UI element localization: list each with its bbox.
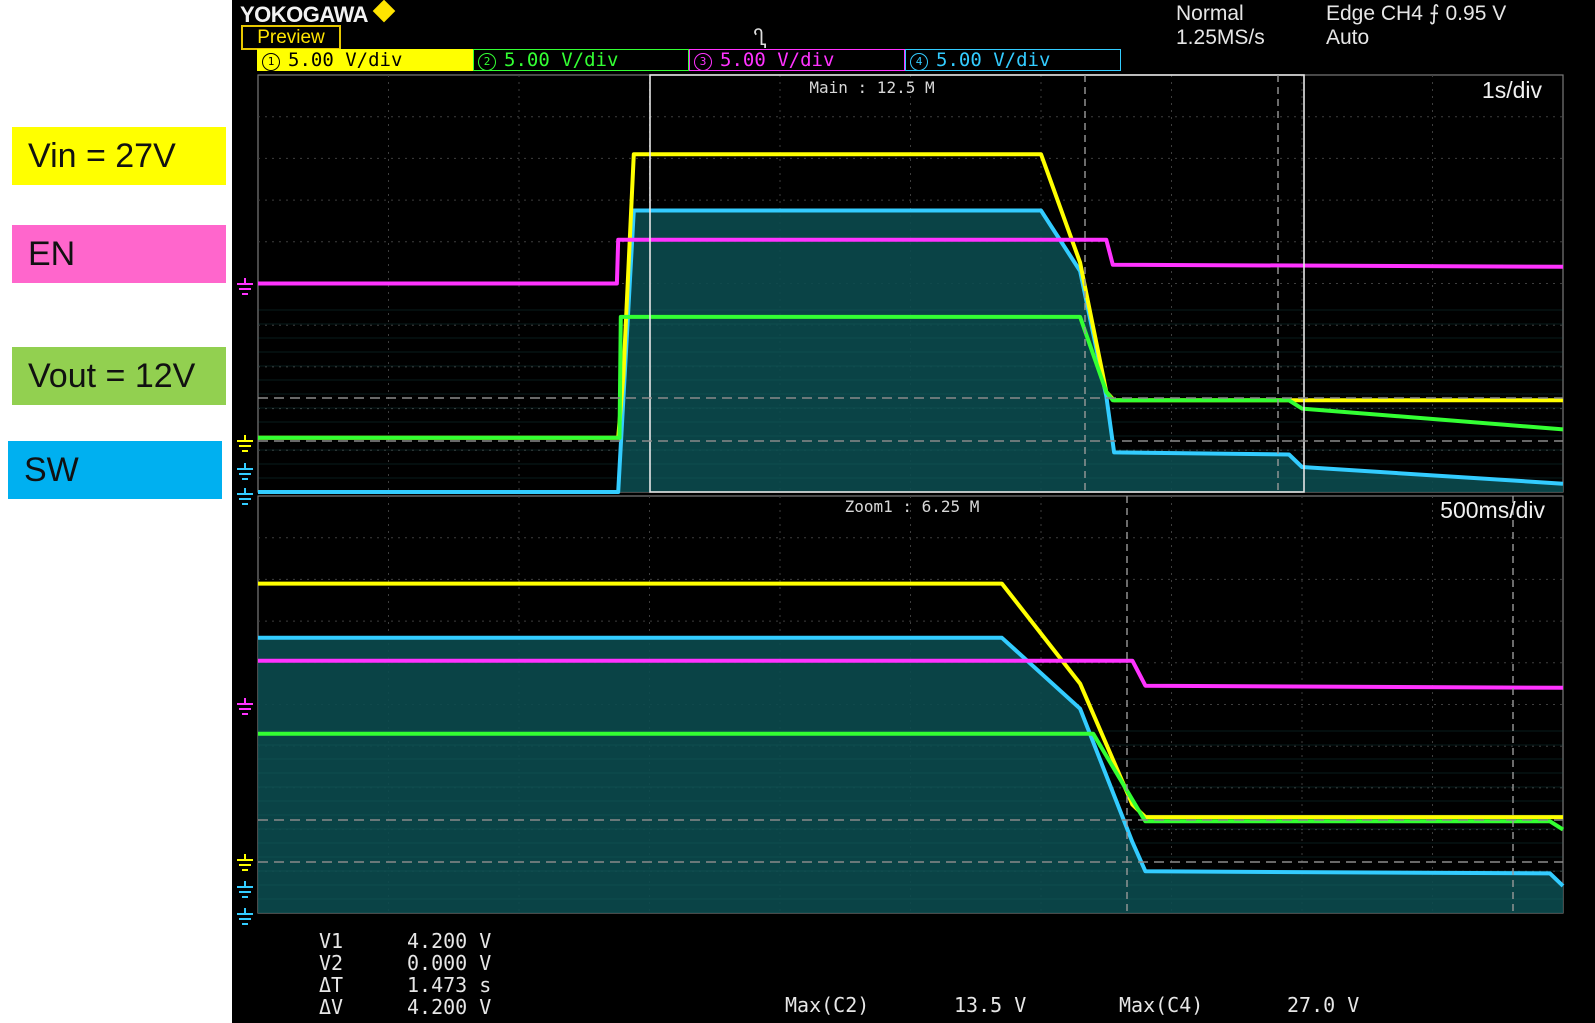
- main-timebase: 1s/div: [1482, 77, 1543, 103]
- oscilloscope-screen: YOKOGAWA Preview Ⴂ Normal 1.25MS/s Edge …: [232, 0, 1595, 1023]
- measure-max-c4-label: Max(C4): [1119, 993, 1204, 1017]
- cursor-v1-label: V1: [319, 929, 344, 953]
- measure-max-c4-value: 27.0 V: [1287, 993, 1360, 1017]
- legend-vin: Vin = 27V: [12, 127, 226, 185]
- cursor-dv-value: 4.200 V: [407, 995, 492, 1019]
- zoom-panel-title: Zoom1 : 6.25 M: [845, 497, 980, 516]
- cursor-dv-label: ΔV: [319, 995, 344, 1019]
- main-sw-envelope: [258, 210, 1563, 492]
- main-panel-title: Main : 12.5 M: [809, 78, 934, 97]
- legend-sw: SW: [8, 441, 222, 499]
- legend-en: EN: [12, 225, 226, 283]
- measure-max-c2-value: 13.5 V: [954, 993, 1027, 1017]
- legend-vout: Vout = 12V: [12, 347, 226, 405]
- zoom-timebase: 500ms/div: [1440, 497, 1545, 523]
- cursor-v2-label: V2: [319, 951, 344, 975]
- cursor-dt-value: 1.473 s: [407, 973, 492, 997]
- cursor-v1-value: 4.200 V: [407, 929, 492, 953]
- waveform-display: Main : 12.5 M 1s/div Zoom1 : 6.25 M 500m…: [237, 74, 1565, 925]
- cursor-v2-value: 0.000 V: [407, 951, 492, 975]
- cursor-dt-label: ΔT: [319, 973, 344, 997]
- measure-max-c2-label: Max(C2): [785, 993, 870, 1017]
